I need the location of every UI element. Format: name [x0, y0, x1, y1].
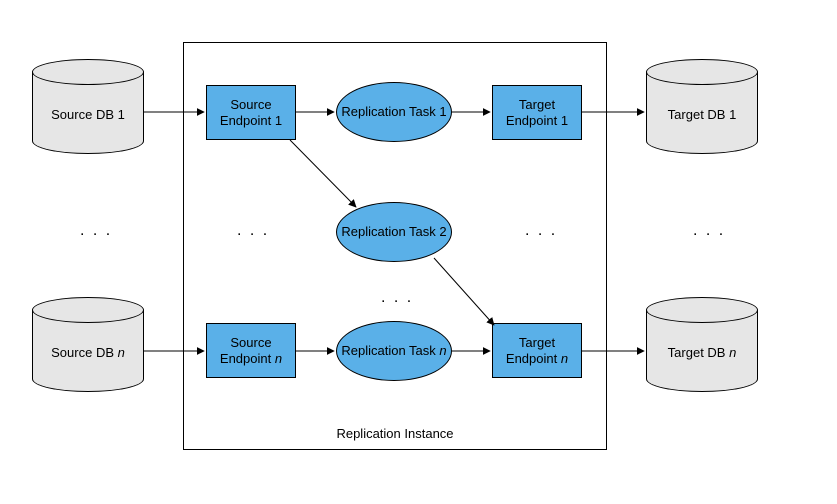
diagram-canvas: Replication Instance Source DB 1 Source …	[0, 0, 837, 504]
target-db-1-label: Target DB 1	[646, 107, 758, 122]
source-endpoint-n: Source Endpoint n	[206, 323, 296, 378]
target-db-1-cylinder: Target DB 1	[646, 72, 758, 154]
source-endpoint-1: Source Endpoint 1	[206, 85, 296, 140]
source-db-1-cylinder: Source DB 1	[32, 72, 144, 154]
replication-instance-label: Replication Instance	[184, 426, 606, 441]
source-db-n-label: Source DB n	[32, 345, 144, 360]
ellipsis-right: . . .	[693, 222, 725, 240]
target-db-n-label: Target DB n	[646, 345, 758, 360]
ellipsis-target-endpoints: . . .	[525, 222, 557, 240]
ellipsis-left: . . .	[80, 222, 112, 240]
replication-task-1: Replication Task 1	[336, 82, 452, 142]
target-endpoint-n: Target Endpoint n	[492, 323, 582, 378]
source-db-1-label: Source DB 1	[32, 107, 144, 122]
target-db-n-cylinder: Target DB n	[646, 310, 758, 392]
target-endpoint-1: Target Endpoint 1	[492, 85, 582, 140]
source-db-n-cylinder: Source DB n	[32, 310, 144, 392]
ellipsis-tasks: . . .	[381, 289, 413, 307]
ellipsis-source-endpoints: . . .	[237, 222, 269, 240]
replication-task-2: Replication Task 2	[336, 202, 452, 262]
replication-task-n: Replication Task n	[336, 321, 452, 381]
